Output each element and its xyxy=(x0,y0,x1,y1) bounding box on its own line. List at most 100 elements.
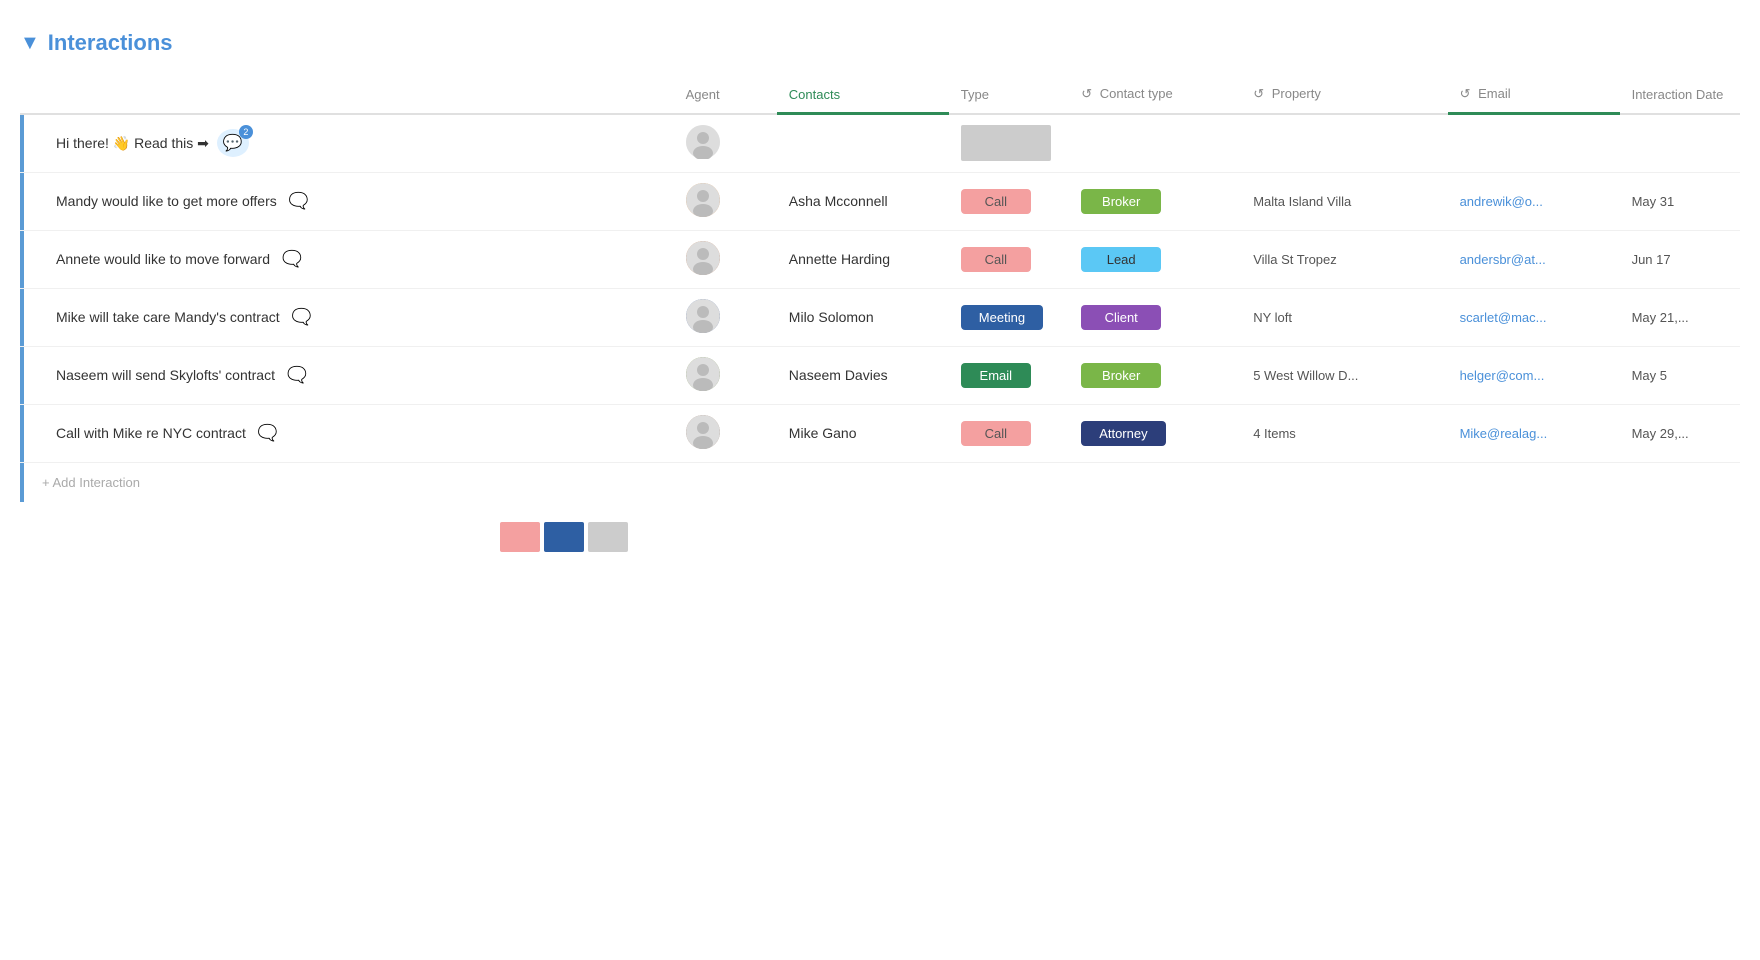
property-text: Villa St Tropez xyxy=(1253,252,1337,267)
type-badge: Email xyxy=(961,363,1031,388)
type-cell: Call xyxy=(949,404,1069,462)
contact-type-cell: Lead xyxy=(1069,230,1241,288)
email-cell[interactable]: andersbr@at... xyxy=(1448,230,1620,288)
property-text: 5 West Willow D... xyxy=(1253,368,1358,383)
contact-name: Annette Harding xyxy=(789,251,890,267)
col-interaction-date: Interaction Date xyxy=(1620,76,1740,114)
type-cell: Call xyxy=(949,230,1069,288)
row-indicator xyxy=(20,347,24,404)
col-property: ↺ Property xyxy=(1241,76,1447,114)
contact-name: Asha Mcconnell xyxy=(789,193,888,209)
email-cell[interactable]: helger@com... xyxy=(1448,346,1620,404)
type-badge: Call xyxy=(961,421,1031,446)
interaction-text: Hi there! 👋 Read this ➡ xyxy=(56,135,209,152)
date-cell: May 5 xyxy=(1620,346,1740,404)
contact-type-badge: Client xyxy=(1081,305,1161,330)
col-email: ↺ Email xyxy=(1448,76,1620,114)
row-indicator xyxy=(20,231,24,288)
interaction-text: Mandy would like to get more offers xyxy=(56,193,277,209)
interactions-table: Agent Contacts Type ↺ Contact type ↺ Pro xyxy=(20,76,1740,463)
contact-name: Naseem Davies xyxy=(789,367,888,383)
contact-name: Milo Solomon xyxy=(789,309,874,325)
col-agent: Agent xyxy=(674,76,777,114)
interaction-content: Mandy would like to get more offers 🗨️ xyxy=(42,187,662,215)
contact-type-badge: Broker xyxy=(1081,189,1161,214)
chevron-icon: ▼ xyxy=(20,32,40,55)
interaction-text: Naseem will send Skylofts' contract xyxy=(56,367,275,383)
contact-type-badge: Attorney xyxy=(1081,421,1165,446)
row-indicator xyxy=(20,405,24,462)
add-interaction-label: + Add Interaction xyxy=(42,475,140,490)
email-link[interactable]: andrewik@o... xyxy=(1460,194,1543,209)
type-empty xyxy=(961,125,1051,161)
date-cell: May 29,... xyxy=(1620,404,1740,462)
contacts-cell: Annette Harding xyxy=(777,230,949,288)
interaction-content: Naseem will send Skylofts' contract 🗨️ xyxy=(42,361,662,389)
legend-empty xyxy=(588,522,628,552)
chat-badge: 2 xyxy=(239,125,253,139)
interaction-cell: Annete would like to move forward 🗨️ xyxy=(20,230,674,288)
email-link[interactable]: Mike@realag... xyxy=(1460,426,1548,441)
interactions-table-wrapper: Agent Contacts Type ↺ Contact type ↺ Pro xyxy=(20,76,1740,502)
col-interaction xyxy=(20,76,674,114)
email-cell[interactable]: Mike@realag... xyxy=(1448,404,1620,462)
contacts-cell: Naseem Davies xyxy=(777,346,949,404)
legend-call xyxy=(500,522,540,552)
row-indicator xyxy=(20,173,24,230)
contact-type-cell: Broker xyxy=(1069,172,1241,230)
date-cell: May 21,... xyxy=(1620,288,1740,346)
chat-icon-gray: 🗨️ xyxy=(285,187,313,215)
date-text: May 21,... xyxy=(1632,310,1689,325)
col-contact-type: ↺ Contact type xyxy=(1069,76,1241,114)
email-cell[interactable] xyxy=(1448,114,1620,173)
add-interaction-btn[interactable]: + Add Interaction xyxy=(20,463,1740,502)
legend-meeting xyxy=(544,522,584,552)
property-text: 4 Items xyxy=(1253,426,1296,441)
date-text: May 31 xyxy=(1632,194,1675,209)
email-cell[interactable]: andrewik@o... xyxy=(1448,172,1620,230)
agent-cell xyxy=(674,404,777,462)
email-link[interactable]: andersbr@at... xyxy=(1460,252,1546,267)
interaction-cell: Naseem will send Skylofts' contract 🗨️ xyxy=(20,346,674,404)
email-cell[interactable]: scarlet@mac... xyxy=(1448,288,1620,346)
agent-cell xyxy=(674,230,777,288)
legend-row xyxy=(500,522,1740,552)
table-row[interactable]: Call with Mike re NYC contract 🗨️ Mike G… xyxy=(20,404,1740,462)
contacts-cell: Asha Mcconnell xyxy=(777,172,949,230)
type-badge: Call xyxy=(961,247,1031,272)
type-cell xyxy=(949,114,1069,173)
page-container: ▼ Interactions Agent Contacts Type xyxy=(0,0,1760,582)
contact-type-cell xyxy=(1069,114,1241,173)
contact-type-cell: Broker xyxy=(1069,346,1241,404)
email-link[interactable]: scarlet@mac... xyxy=(1460,310,1547,325)
contacts-cell xyxy=(777,114,949,173)
property-cell: 4 Items xyxy=(1241,404,1447,462)
interaction-text: Annete would like to move forward xyxy=(56,251,270,267)
date-text: May 5 xyxy=(1632,368,1667,383)
agent-cell xyxy=(674,346,777,404)
property-text: NY loft xyxy=(1253,310,1292,325)
agent-cell xyxy=(674,114,777,173)
table-row[interactable]: Mandy would like to get more offers 🗨️ A… xyxy=(20,172,1740,230)
date-cell: Jun 17 xyxy=(1620,230,1740,288)
type-cell: Call xyxy=(949,172,1069,230)
table-row[interactable]: Mike will take care Mandy's contract 🗨️ … xyxy=(20,288,1740,346)
contact-type-cell: Client xyxy=(1069,288,1241,346)
agent-cell xyxy=(674,172,777,230)
type-cell: Email xyxy=(949,346,1069,404)
table-row[interactable]: Hi there! 👋 Read this ➡ 💬2 xyxy=(20,114,1740,173)
refresh-icon-contact: ↺ xyxy=(1081,86,1092,102)
date-cell xyxy=(1620,114,1740,173)
date-text: Jun 17 xyxy=(1632,252,1671,267)
table-header-row: Agent Contacts Type ↺ Contact type ↺ Pro xyxy=(20,76,1740,114)
chat-icon-gray: 🗨️ xyxy=(288,303,316,331)
property-cell: Malta Island Villa xyxy=(1241,172,1447,230)
chat-icon-gray: 🗨️ xyxy=(283,361,311,389)
interaction-content: Hi there! 👋 Read this ➡ 💬2 xyxy=(42,129,662,157)
contact-name: Mike Gano xyxy=(789,425,857,441)
table-row[interactable]: Naseem will send Skylofts' contract 🗨️ N… xyxy=(20,346,1740,404)
agent-avatar xyxy=(686,183,720,217)
email-link[interactable]: helger@com... xyxy=(1460,368,1545,383)
row-indicator xyxy=(20,115,24,172)
table-row[interactable]: Annete would like to move forward 🗨️ Ann… xyxy=(20,230,1740,288)
